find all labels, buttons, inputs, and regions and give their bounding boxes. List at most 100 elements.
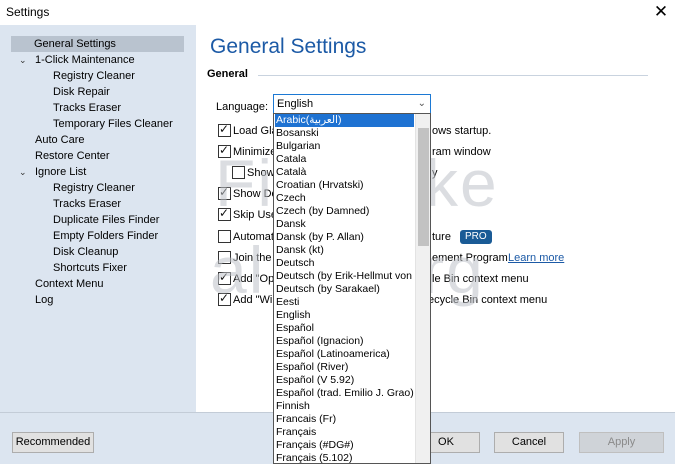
language-option[interactable]: Eesti	[275, 296, 414, 309]
language-selected-value: English	[277, 98, 314, 110]
language-option[interactable]: Español (River)	[275, 361, 414, 374]
section-label: General	[207, 68, 248, 80]
option-checkbox[interactable]	[218, 291, 231, 306]
option-checkbox[interactable]	[232, 166, 245, 179]
learn-more-link[interactable]: Learn more	[508, 252, 564, 264]
recommended-button[interactable]: Recommended	[12, 432, 94, 453]
option-label-tail: ecycle Bin context menu	[428, 294, 548, 306]
option-label: Show Do	[233, 188, 278, 200]
language-option[interactable]: Español (trad. Emilio J. Grao)	[275, 387, 414, 400]
language-label: Language:	[216, 101, 268, 113]
option-checkbox[interactable]	[218, 251, 231, 264]
option-label-tail: ture	[432, 231, 451, 243]
language-option[interactable]: Español (Latinoamerica)	[275, 348, 414, 361]
option-label: Minimize	[233, 146, 277, 158]
language-option[interactable]: Francais (Fr)	[275, 413, 414, 426]
sidebar: General Settings ⌄ 1-Click Maintenance R…	[0, 25, 196, 412]
cancel-button[interactable]: Cancel	[494, 432, 564, 453]
sidebar-item-disk-cleanup[interactable]: Disk Cleanup	[53, 244, 118, 260]
language-option[interactable]: Deutsch (by Sarakael)	[275, 283, 414, 296]
language-option[interactable]: Français (#DG#)	[275, 439, 414, 452]
language-option[interactable]: Czech	[275, 192, 414, 205]
title-bar: Settings ✕	[0, 0, 675, 24]
language-option[interactable]: Dansk (kt)	[275, 244, 414, 257]
sidebar-item-shortcuts-fixer[interactable]: Shortcuts Fixer	[53, 260, 127, 276]
sidebar-item-tracks-eraser[interactable]: Tracks Eraser	[53, 100, 121, 116]
sidebar-item-label: Tracks Eraser	[53, 102, 122, 114]
language-option[interactable]: Catala	[275, 153, 414, 166]
sidebar-item-label: Shortcuts Fixer	[53, 262, 127, 274]
language-option[interactable]: Bosanski	[275, 127, 414, 140]
option-label: Add "Wip	[233, 294, 279, 306]
option-label: Join the	[233, 252, 272, 264]
sidebar-item-auto-care[interactable]: Auto Care	[35, 132, 85, 148]
language-option[interactable]: Español (V 5.92)	[275, 374, 414, 387]
option-checkbox[interactable]	[218, 206, 231, 221]
language-option[interactable]: Dansk (by P. Allan)	[275, 231, 414, 244]
page-title: General Settings	[210, 35, 367, 58]
sidebar-item-ignore-tracks-eraser[interactable]: Tracks Eraser	[53, 196, 121, 212]
language-option[interactable]: English	[275, 309, 414, 322]
sidebar-item-registry-cleaner[interactable]: Registry Cleaner	[53, 68, 135, 84]
option-label: Add "Op	[233, 273, 275, 285]
sidebar-item-label: 1-Click Maintenance	[35, 54, 135, 66]
dropdown-scrollbar[interactable]	[415, 114, 430, 463]
sidebar-item-1-click-maintenance[interactable]: 1-Click Maintenance	[35, 52, 135, 68]
sidebar-item-restore-center[interactable]: Restore Center	[35, 148, 110, 164]
sidebar-item-log[interactable]: Log	[35, 292, 53, 308]
option-label-tail: ows startup.	[432, 125, 492, 137]
option-checkbox[interactable]	[218, 270, 231, 285]
sidebar-item-label: Restore Center	[35, 150, 110, 162]
chevron-down-icon[interactable]: ⌄	[19, 52, 27, 68]
main-panel: General Settings General Language: Engli…	[196, 25, 675, 412]
option-checkbox[interactable]	[218, 143, 231, 158]
scrollbar-thumb[interactable]	[418, 128, 429, 246]
sidebar-item-label: Tracks Eraser	[53, 198, 122, 210]
sidebar-item-duplicate-files-finder[interactable]: Duplicate Files Finder	[53, 212, 159, 228]
language-option[interactable]: Deutsch (by Erik-Hellmut von	[275, 270, 414, 283]
sidebar-item-disk-repair[interactable]: Disk Repair	[53, 84, 110, 100]
language-option[interactable]: Español	[275, 322, 414, 335]
option-label: Show	[247, 167, 275, 179]
language-option[interactable]: Czech (by Damned)	[275, 205, 414, 218]
chevron-down-icon: ⌄	[417, 98, 426, 109]
chevron-down-icon[interactable]: ⌄	[19, 164, 27, 180]
sidebar-item-label: Auto Care	[35, 134, 85, 146]
language-option[interactable]: Finnish	[275, 400, 414, 413]
language-option[interactable]: Croatian (Hrvatski)	[275, 179, 414, 192]
option-checkbox[interactable]	[218, 230, 231, 243]
language-dropdown-list[interactable]: Arabic(العربية) Bosanski Bulgarian Catal…	[273, 113, 431, 464]
language-option[interactable]: Arabic(العربية)	[275, 114, 414, 127]
sidebar-item-context-menu[interactable]: Context Menu	[35, 276, 103, 292]
language-option[interactable]: Català	[275, 166, 414, 179]
window-title: Settings	[6, 5, 50, 19]
option-label-tail: ement Program	[432, 252, 508, 264]
language-select[interactable]: English ⌄	[273, 94, 431, 114]
sidebar-item-general-settings[interactable]: General Settings	[11, 36, 184, 52]
sidebar-item-label: Log	[35, 294, 54, 306]
sidebar-item-label: Disk Cleanup	[53, 246, 119, 258]
section-divider	[258, 75, 648, 76]
language-option[interactable]: Dansk	[275, 218, 414, 231]
language-option[interactable]: Français	[275, 426, 414, 439]
language-option[interactable]: Deutsch	[275, 257, 414, 270]
sidebar-item-label: Registry Cleaner	[53, 182, 135, 194]
option-label-tail: le Bin context menu	[432, 273, 529, 285]
language-option[interactable]: Bulgarian	[275, 140, 414, 153]
sidebar-item-temporary-files-cleaner[interactable]: Temporary Files Cleaner	[53, 116, 173, 132]
sidebar-item-label: Empty Folders Finder	[53, 230, 159, 242]
sidebar-item-label: Registry Cleaner	[53, 70, 135, 82]
language-option[interactable]: Français (5.102)	[275, 452, 414, 463]
close-icon[interactable]: ✕	[650, 1, 672, 23]
sidebar-item-ignore-list[interactable]: Ignore List	[35, 164, 86, 180]
language-option[interactable]: Español (Ignacion)	[275, 335, 414, 348]
option-label: Skip Use	[233, 209, 278, 221]
sidebar-item-label: General Settings	[34, 38, 116, 50]
apply-button[interactable]: Apply	[579, 432, 664, 453]
option-checkbox[interactable]	[218, 185, 231, 200]
pro-badge: PRO	[460, 230, 492, 244]
sidebar-item-ignore-registry-cleaner[interactable]: Registry Cleaner	[53, 180, 135, 196]
option-checkbox[interactable]	[218, 122, 231, 137]
option-label-tail: y	[432, 167, 438, 179]
sidebar-item-empty-folders-finder[interactable]: Empty Folders Finder	[53, 228, 158, 244]
